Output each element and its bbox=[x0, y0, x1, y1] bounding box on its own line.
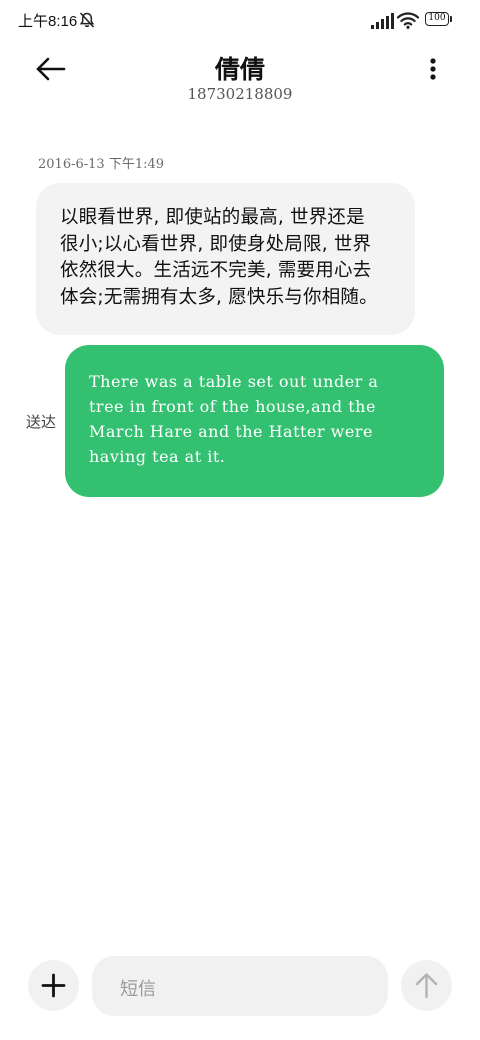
incoming-line: 很小;以心看世界, 即使身处局限, 世界 bbox=[60, 233, 372, 255]
contact-number: 18730218809 bbox=[187, 85, 293, 103]
incoming-line: 以眼看世界, 即使站的最高, 世界还是 bbox=[60, 207, 365, 228]
bell-off-icon bbox=[79, 12, 95, 28]
plus-icon bbox=[41, 973, 66, 998]
message-input-placeholder: 短信 bbox=[120, 979, 156, 1000]
delivery-status: 送达 bbox=[26, 413, 57, 431]
status-time: 上午8:16 bbox=[18, 13, 78, 30]
incoming-line: 体会;无需拥有太多, 愿快乐与你相随。 bbox=[60, 286, 378, 308]
incoming-line: 依然很大。生活远不完美, 需要用心去 bbox=[60, 260, 372, 281]
contact-name: 倩倩 bbox=[214, 55, 265, 84]
arrow-up-icon bbox=[415, 973, 438, 999]
status-bar: 上午8:16 100 bbox=[0, 0, 480, 40]
message-timestamp: 2016-6-13 下午1:49 bbox=[38, 157, 165, 172]
add-attachment-button[interactable] bbox=[28, 960, 79, 1011]
more-options-icon[interactable] bbox=[420, 54, 446, 86]
outgoing-line: tree in front of the house,and the bbox=[89, 397, 376, 416]
outgoing-message-text: There was a table set out under a tree i… bbox=[89, 369, 424, 469]
incoming-message-text: 以眼看世界, 即使站的最高, 世界还是 很小;以心看世界, 即使身处局限, 世界… bbox=[60, 205, 395, 311]
battery-tip bbox=[450, 16, 452, 22]
signal-icon bbox=[371, 13, 394, 29]
wifi-icon bbox=[397, 12, 419, 29]
send-button[interactable] bbox=[401, 960, 452, 1011]
outgoing-line: March Hare and the Hatter were bbox=[89, 422, 373, 441]
outgoing-line: having tea at it. bbox=[89, 447, 226, 466]
battery-level: 100 bbox=[425, 12, 449, 26]
message-input[interactable]: 短信 bbox=[92, 956, 388, 1016]
outgoing-line: There was a table set out under a bbox=[89, 372, 379, 391]
messaging-screen: 上午8:16 100 倩倩 18730218809 2016-6-13 下午1:… bbox=[0, 0, 480, 1040]
battery-icon: 100 bbox=[425, 12, 454, 28]
outgoing-message-bubble[interactable]: There was a table set out under a tree i… bbox=[65, 345, 444, 497]
incoming-message-bubble[interactable]: 以眼看世界, 即使站的最高, 世界还是 很小;以心看世界, 即使身处局限, 世界… bbox=[36, 183, 415, 335]
